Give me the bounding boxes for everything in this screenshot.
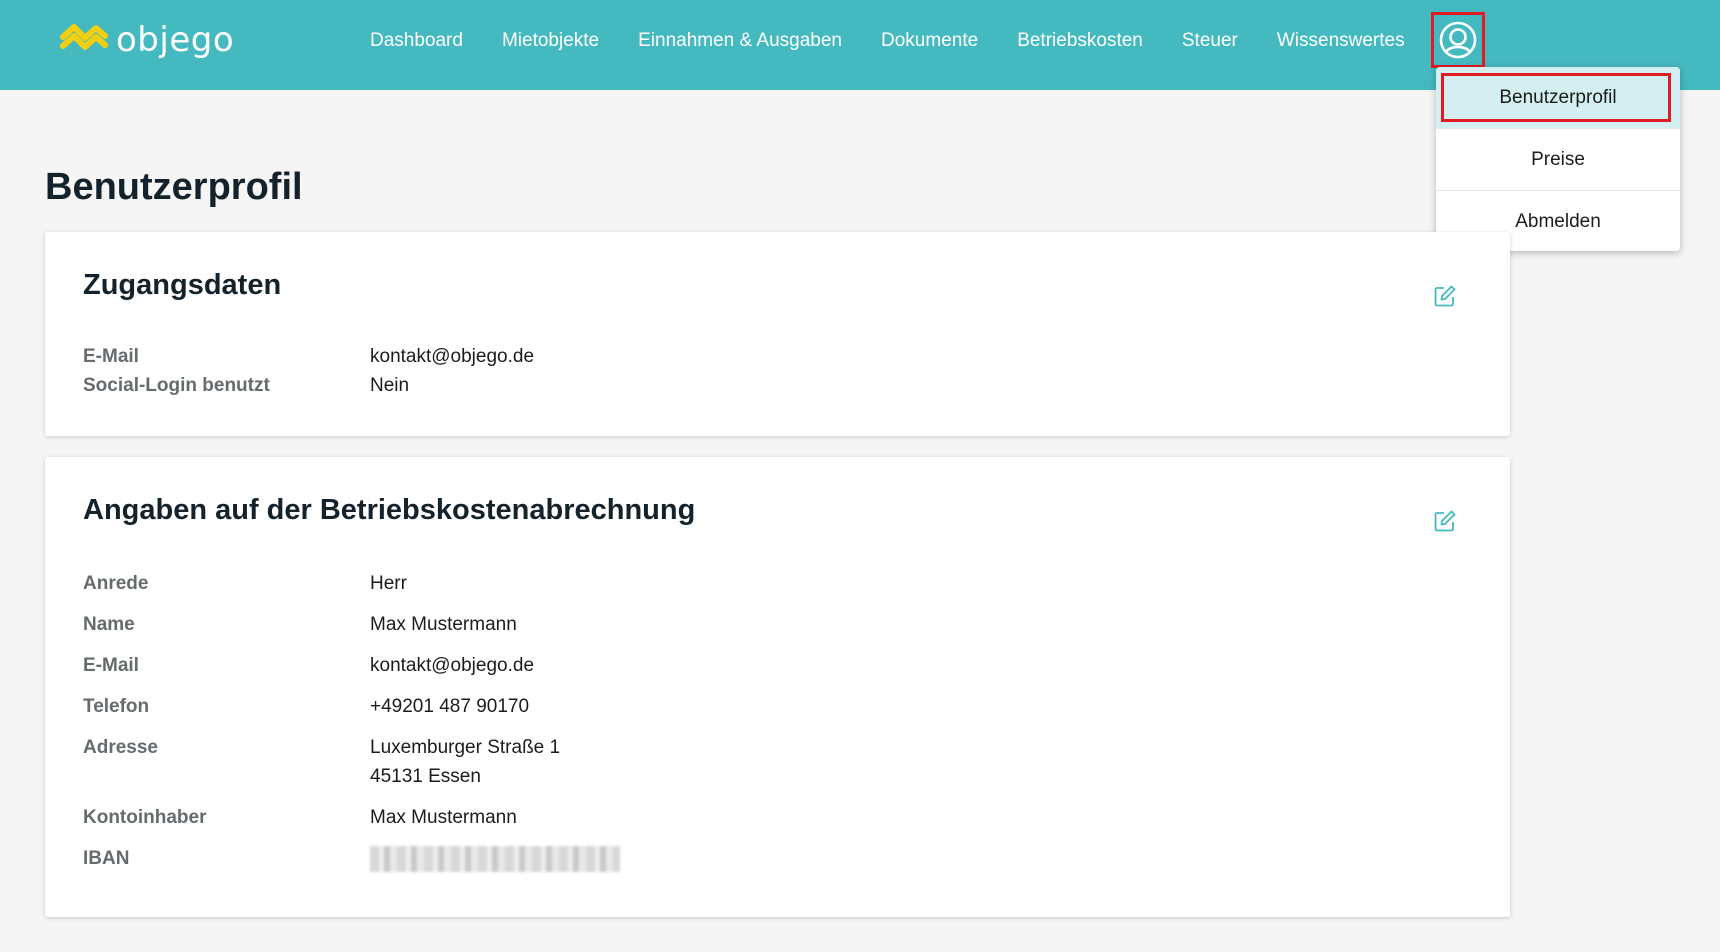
logo-mark-icon (60, 24, 108, 50)
field-value: 45131 Essen (370, 766, 481, 787)
field-value: Max Mustermann (370, 807, 517, 828)
user-menu-button[interactable] (1431, 12, 1485, 68)
billing-info-card: Angaben auf der Betriebskostenabrechnung… (45, 457, 1510, 917)
access-data-card: Zugangsdaten E-Mail kontakt@objego.de So… (45, 232, 1510, 436)
menu-item-benutzerprofil[interactable]: Benutzerprofil (1436, 67, 1680, 129)
field-label: E-Mail (83, 655, 139, 676)
edit-icon[interactable] (1433, 509, 1457, 533)
field-value-redacted (370, 844, 620, 872)
field-value: kontakt@objego.de (370, 655, 535, 676)
field-value: Max Mustermann (370, 614, 517, 635)
logo-text: objego (116, 20, 235, 60)
field-label: IBAN (83, 848, 130, 869)
nav-dokumente[interactable]: Dokumente (881, 30, 978, 52)
nav-dashboard[interactable]: Dashboard (370, 30, 463, 52)
page-title: Benutzerprofil (45, 166, 303, 208)
field-value: kontakt@objego.de (370, 346, 535, 367)
redacted-iban (370, 846, 620, 872)
field-label: Adresse (83, 737, 158, 758)
field-label: Anrede (83, 573, 149, 594)
nav-wissenswertes[interactable]: Wissenswertes (1277, 30, 1405, 52)
menu-item-preise[interactable]: Preise (1436, 129, 1680, 191)
billing-info-title: Angaben auf der Betriebskostenabrechnung (83, 494, 696, 526)
logo[interactable]: objego (60, 20, 234, 60)
field-label: Name (83, 614, 135, 635)
field-value: +49201 487 90170 (370, 696, 530, 717)
field-value: Nein (370, 375, 410, 396)
nav-mietobjekte[interactable]: Mietobjekte (502, 30, 599, 52)
field-value: Herr (370, 573, 407, 594)
menu-item-label: Preise (1531, 148, 1585, 170)
user-circle-icon (1439, 21, 1477, 59)
nav-einnahmen-ausgaben[interactable]: Einnahmen & Ausgaben (638, 30, 842, 52)
field-value: Luxemburger Straße 1 (370, 737, 561, 758)
access-data-title: Zugangsdaten (83, 269, 282, 301)
nav-steuer[interactable]: Steuer (1182, 30, 1238, 52)
user-dropdown-menu: Benutzerprofil Preise Abmelden (1436, 67, 1680, 251)
field-label: Telefon (83, 696, 150, 717)
main-nav: Dashboard Mietobjekte Einnahmen & Ausgab… (370, 0, 1444, 82)
nav-betriebskosten[interactable]: Betriebskosten (1017, 30, 1143, 52)
edit-icon[interactable] (1433, 284, 1457, 308)
field-label: Social-Login benutzt (83, 375, 270, 396)
field-label: Kontoinhaber (83, 807, 207, 828)
menu-item-label: Abmelden (1515, 210, 1601, 232)
highlight-box (1441, 73, 1671, 122)
field-label: E-Mail (83, 346, 139, 367)
